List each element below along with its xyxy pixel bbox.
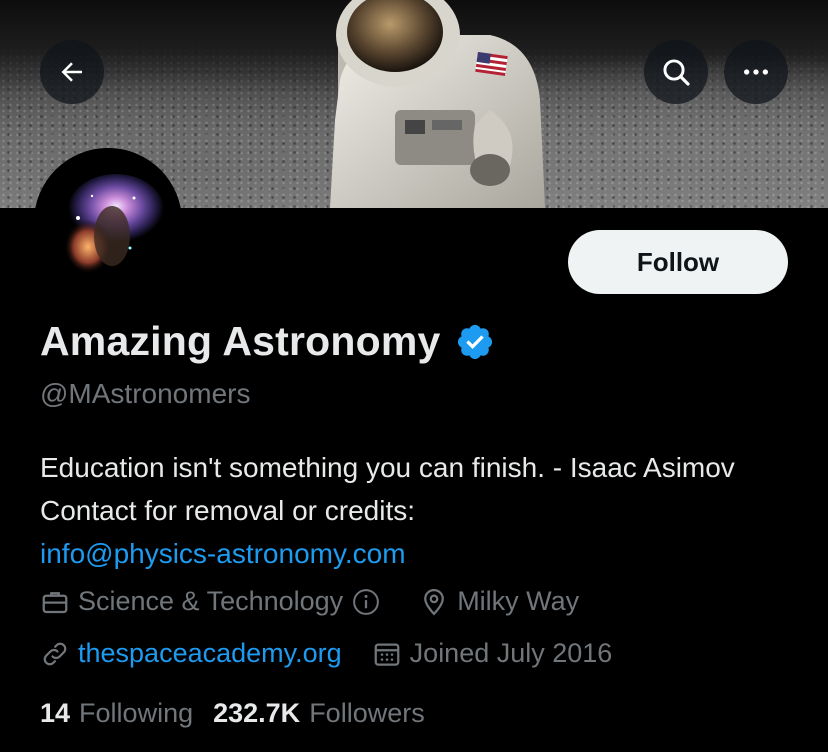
profile-name: Amazing Astronomy bbox=[40, 318, 441, 364]
profile-category: Science & Technology bbox=[40, 586, 389, 617]
location-pin-icon bbox=[424, 588, 445, 615]
followers-label: Followers bbox=[309, 698, 425, 728]
following-stat[interactable]: 14 Following bbox=[40, 698, 193, 729]
profile-website[interactable]: thespaceacademy.org bbox=[40, 638, 342, 669]
category-label: Science & Technology bbox=[78, 586, 344, 616]
verified-badge-icon[interactable] bbox=[455, 322, 495, 362]
following-label: Following bbox=[79, 698, 194, 728]
info-icon[interactable] bbox=[351, 587, 381, 617]
joined-label: Joined July 2016 bbox=[409, 638, 613, 668]
bio-text: Education isn't something you can finish… bbox=[40, 452, 735, 526]
profile-bio: Education isn't something you can finish… bbox=[40, 446, 800, 575]
search-icon bbox=[663, 59, 690, 86]
profile-stats: 14 Following 232.7K Followers bbox=[40, 698, 445, 729]
arrow-left-icon bbox=[61, 62, 82, 82]
followers-stat[interactable]: 232.7K Followers bbox=[213, 698, 425, 729]
nebula-avatar-image bbox=[34, 148, 182, 296]
website-link[interactable]: thespaceacademy.org bbox=[78, 638, 342, 669]
briefcase-icon bbox=[42, 591, 68, 613]
avatar[interactable] bbox=[34, 148, 182, 296]
profile-joined: Joined July 2016 bbox=[372, 638, 613, 669]
link-icon bbox=[43, 642, 67, 665]
astronaut-image bbox=[330, 0, 545, 208]
followers-count: 232.7K bbox=[213, 698, 301, 728]
profile-name-row: Amazing Astronomy bbox=[40, 318, 495, 365]
back-button[interactable] bbox=[40, 40, 104, 104]
calendar-icon bbox=[374, 643, 400, 666]
follow-button[interactable]: Follow bbox=[568, 230, 788, 294]
bio-email-link[interactable]: info@physics-astronomy.com bbox=[40, 538, 406, 569]
profile-meta-row: Science & Technology Milky Way bbox=[40, 586, 609, 617]
search-button[interactable] bbox=[644, 40, 708, 104]
profile-handle: @MAstronomers bbox=[40, 378, 251, 409]
profile-meta-row-2: thespaceacademy.org Joined July 2016 bbox=[40, 638, 642, 669]
following-count: 14 bbox=[40, 698, 71, 728]
more-icon bbox=[744, 69, 768, 75]
more-options-button[interactable] bbox=[724, 40, 788, 104]
profile-location: Milky Way bbox=[419, 586, 579, 617]
location-label: Milky Way bbox=[457, 586, 580, 616]
